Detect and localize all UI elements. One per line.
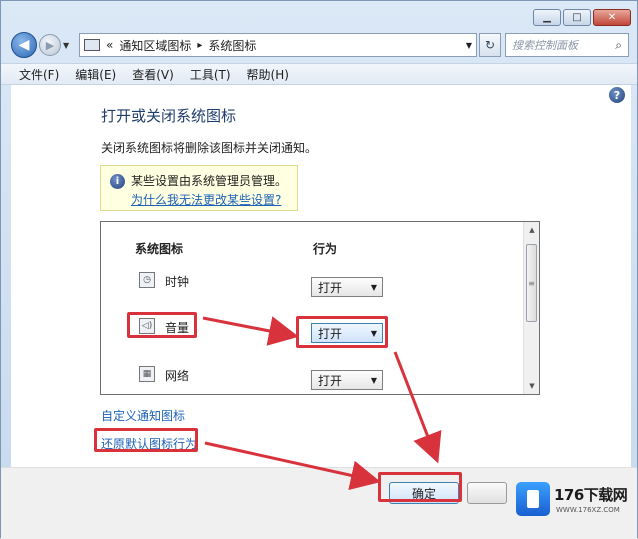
row-label-network: 网络 bbox=[165, 369, 190, 383]
content-pane: ? 打开或关闭系统图标 关闭系统图标将删除该图标并关闭通知。 i 某些设置由系统… bbox=[11, 85, 631, 467]
customize-notification-icons-link[interactable]: 自定义通知图标 bbox=[101, 407, 185, 424]
chevron-down-icon: ▼ bbox=[370, 328, 377, 338]
search-input[interactable]: 搜索控制面板 ⌕ bbox=[505, 33, 629, 57]
clock-behavior-value: 打开 bbox=[318, 280, 343, 295]
info-icon: i bbox=[110, 174, 125, 189]
info-bar: i 某些设置由系统管理员管理。 为什么我无法更改某些设置? bbox=[100, 165, 298, 211]
watermark-name: 176下载网 bbox=[554, 486, 628, 504]
menu-file[interactable]: 文件(F) bbox=[11, 66, 67, 83]
menu-view[interactable]: 查看(V) bbox=[124, 66, 182, 83]
column-header-behavior: 行为 bbox=[313, 242, 338, 256]
back-arrow-icon: ◀ bbox=[18, 37, 30, 53]
close-button[interactable]: ✕ bbox=[593, 9, 631, 26]
row-label-volume: 音量 bbox=[165, 321, 190, 335]
chevron-down-icon: ▼ bbox=[370, 282, 377, 292]
history-dropdown-icon[interactable]: ▼ bbox=[63, 41, 75, 50]
column-header-icon: 系统图标 bbox=[135, 242, 184, 256]
info-text: 某些设置由系统管理员管理。 bbox=[131, 174, 288, 188]
system-icons-list: 系统图标 行为 ◷ 时钟 打开 ▼ ◁) 音量 打开 ▼ ▦ 网络 打开 ▼ ▲ ≡ … bbox=[100, 221, 540, 395]
site-watermark: 176下载网 WWW.176XZ.COM bbox=[512, 478, 636, 534]
watermark-url: WWW.176XZ.COM bbox=[556, 506, 620, 514]
menu-edit[interactable]: 编辑(E) bbox=[67, 66, 124, 83]
page-description: 关闭系统图标将删除该图标并关闭通知。 bbox=[101, 141, 318, 155]
volume-behavior-value: 打开 bbox=[318, 326, 343, 341]
restore-default-behavior-link[interactable]: 还原默认图标行为 bbox=[101, 435, 197, 452]
breadcrumb-notification-icons[interactable]: 通知区域图标 bbox=[119, 37, 191, 54]
address-bar[interactable]: « 通知区域图标 ▸ 系统图标 ▼ bbox=[79, 33, 477, 57]
refresh-icon: ↻ bbox=[484, 38, 496, 52]
address-dropdown-icon[interactable]: ▼ bbox=[466, 41, 472, 50]
refresh-button[interactable]: ↻ bbox=[479, 33, 501, 57]
search-placeholder: 搜索控制面板 bbox=[512, 39, 578, 52]
scroll-down-icon[interactable]: ▼ bbox=[524, 378, 539, 394]
watermark-logo-icon bbox=[516, 482, 550, 516]
page-title: 打开或关闭系统图标 bbox=[101, 107, 237, 125]
breadcrumb-overflow[interactable]: « bbox=[106, 38, 113, 52]
info-link[interactable]: 为什么我无法更改某些设置? bbox=[131, 191, 289, 208]
menu-bar: 文件(F) 编辑(E) 查看(V) 工具(T) 帮助(H) bbox=[1, 63, 637, 85]
breadcrumb-system-icons[interactable]: 系统图标 bbox=[208, 37, 256, 54]
volume-icon: ◁) bbox=[139, 318, 155, 334]
scroll-thumb[interactable]: ≡ bbox=[526, 244, 537, 322]
maximize-button[interactable]: □ bbox=[563, 9, 591, 26]
menu-tools[interactable]: 工具(T) bbox=[182, 66, 239, 83]
network-behavior-dropdown[interactable]: 打开 ▼ bbox=[311, 370, 383, 390]
help-icon[interactable]: ? bbox=[609, 87, 625, 103]
chevron-down-icon: ▼ bbox=[370, 375, 377, 385]
menu-help[interactable]: 帮助(H) bbox=[239, 66, 297, 83]
clock-behavior-dropdown[interactable]: 打开 ▼ bbox=[311, 277, 383, 297]
minimize-button[interactable]: ▁ bbox=[533, 9, 561, 26]
forward-button[interactable]: ▶ bbox=[39, 34, 61, 56]
list-scrollbar[interactable]: ▲ ≡ ▼ bbox=[523, 222, 539, 394]
clock-icon: ◷ bbox=[139, 272, 155, 288]
control-panel-window: ▁ □ ✕ ◀ ▶ ▼ « 通知区域图标 ▸ 系统图标 ▼ ↻ 搜索控制面板 ⌕… bbox=[0, 0, 638, 539]
network-icon: ▦ bbox=[139, 366, 155, 382]
back-button[interactable]: ◀ bbox=[11, 32, 37, 58]
search-icon[interactable]: ⌕ bbox=[615, 38, 622, 53]
ok-button[interactable]: 确定 bbox=[389, 482, 459, 504]
caption-buttons: ▁ □ ✕ bbox=[533, 9, 631, 26]
control-panel-icon bbox=[84, 39, 100, 51]
breadcrumb-separator-icon[interactable]: ▸ bbox=[197, 40, 202, 51]
navigation-bar: ◀ ▶ ▼ « 通知区域图标 ▸ 系统图标 ▼ ↻ 搜索控制面板 ⌕ bbox=[11, 31, 629, 59]
row-label-clock: 时钟 bbox=[165, 275, 190, 289]
cancel-button[interactable] bbox=[467, 482, 507, 504]
network-behavior-value: 打开 bbox=[318, 373, 343, 388]
scroll-up-icon[interactable]: ▲ bbox=[524, 222, 539, 238]
volume-behavior-dropdown[interactable]: 打开 ▼ bbox=[311, 323, 383, 343]
